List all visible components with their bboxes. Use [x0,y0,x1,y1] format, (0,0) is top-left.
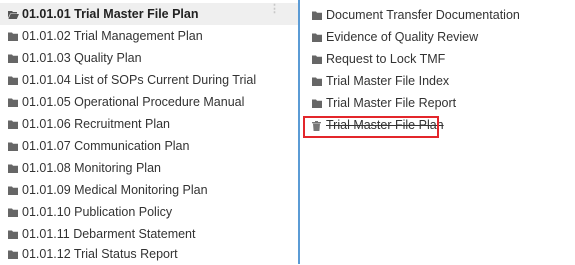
folder-item-label: Document Transfer Documentation [326,8,520,22]
tree-item[interactable]: 01.01.03 Quality Plan [0,47,298,69]
folder-icon [8,54,18,63]
tree-item-label: 01.01.09 Medical Monitoring Plan [22,183,208,197]
folder-item[interactable]: Request to Lock TMF [300,48,575,70]
tree-item[interactable]: 01.01.02 Trial Management Plan [0,25,298,47]
folder-icon [8,142,18,151]
folder-icon [312,77,322,86]
tree-item[interactable]: 01.01.11 Debarment Statement [0,223,298,245]
deleted-folder-item[interactable]: Trial Master File Plan [300,114,575,138]
tree-item-label: 01.01.10 Publication Policy [22,205,173,219]
folder-icon [8,32,18,41]
folder-open-icon [8,10,19,19]
tree-item[interactable]: 01.01.08 Monitoring Plan [0,157,298,179]
right-folder-list: Document Transfer Documentation Evidence… [300,0,575,264]
tree-item-label: 01.01.03 Quality Plan [22,51,142,65]
folder-item-label: Trial Master File Index [326,74,450,88]
tree-item-label: 01.01.06 Recruitment Plan [22,117,171,131]
tree-item-label: 01.01.07 Communication Plan [22,139,190,153]
tree-item-label: 01.01.04 List of SOPs Current During Tri… [22,73,257,87]
folder-item[interactable]: Trial Master File Report [300,92,575,114]
tree-item[interactable]: 01.01.10 Publication Policy [0,201,298,223]
tree-item-label: 01.01.01 Trial Master File Plan [22,7,199,21]
folder-icon [8,208,18,217]
folder-item-label: Trial Master File Report [326,96,457,110]
folder-icon [312,99,322,108]
folder-icon [8,164,18,173]
folder-icon [8,250,18,259]
tree-item-label: 01.01.05 Operational Procedure Manual [22,95,245,109]
tree-item-label: 01.01.12 Trial Status Report [22,247,178,261]
tree-item[interactable]: 01.01.04 List of SOPs Current During Tri… [0,69,298,91]
folder-icon [8,186,18,195]
folder-icon [312,33,322,42]
folder-item[interactable]: Evidence of Quality Review [300,26,575,48]
deleted-folder-label: Trial Master File Plan [326,118,444,132]
tree-item-label: 01.01.02 Trial Management Plan [22,29,203,43]
folder-item-label: Evidence of Quality Review [326,30,479,44]
tree-item-label: 01.01.08 Monitoring Plan [22,161,161,175]
more-options-icon[interactable]: ⋮ [269,4,280,15]
tree-item[interactable]: 01.01.05 Operational Procedure Manual [0,91,298,113]
tree-item-trial-master-file-plan[interactable]: 01.01.01 Trial Master File Plan ⋮ [0,3,298,25]
folder-item-label: Request to Lock TMF [326,52,446,66]
folder-item[interactable]: Trial Master File Index [300,70,575,92]
folder-icon [8,98,18,107]
tree-item[interactable]: 01.01.07 Communication Plan [0,135,298,157]
tree-item-label: 01.01.11 Debarment Statement [22,227,196,241]
tree-item[interactable]: 01.01.12 Trial Status Report [0,243,298,265]
folder-icon [8,120,18,129]
folder-item[interactable]: Document Transfer Documentation [300,4,575,26]
tree-item[interactable]: 01.01.09 Medical Monitoring Plan [0,179,298,201]
folder-icon [8,76,18,85]
folder-icon [312,11,322,20]
trash-icon [312,120,322,131]
tree-item[interactable]: 01.01.06 Recruitment Plan [0,113,298,135]
folder-icon [312,55,322,64]
folder-icon [8,230,18,239]
left-folder-tree: 01.01.01 Trial Master File Plan ⋮ 01.01.… [0,0,298,264]
